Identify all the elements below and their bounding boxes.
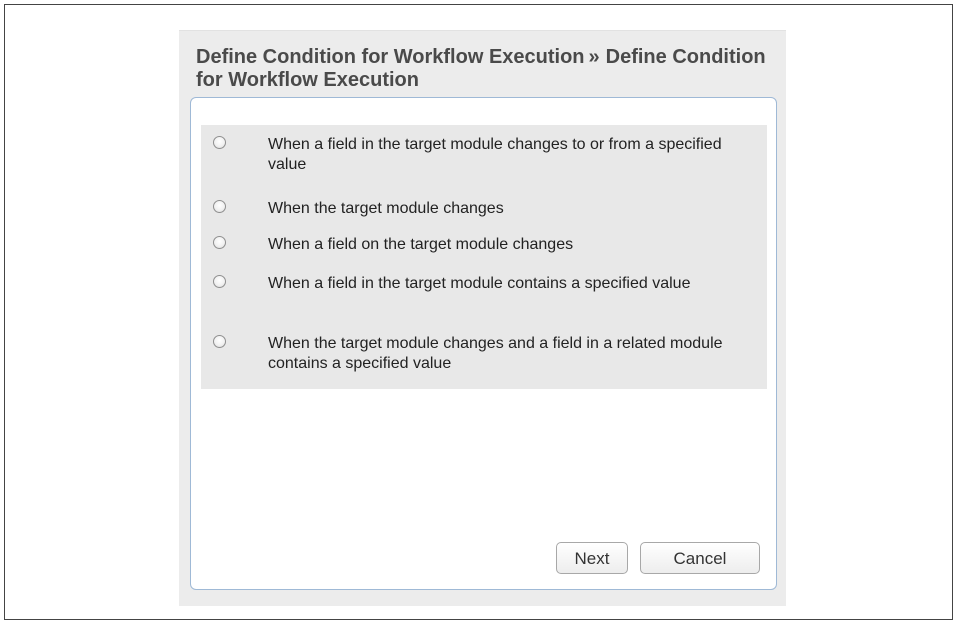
radio-button[interactable] (213, 136, 226, 149)
condition-option-label: When a field in the target module change… (268, 136, 722, 173)
page-title: Define Condition for Workflow Execution»… (196, 46, 776, 92)
radio-button[interactable] (213, 200, 226, 213)
condition-option-label: When a field on the target module change… (268, 236, 574, 253)
cancel-button[interactable]: Cancel (640, 542, 760, 574)
condition-options-list: When a field in the target module change… (201, 125, 767, 389)
next-button[interactable]: Next (556, 542, 628, 574)
condition-option-label: When the target module changes (268, 200, 504, 217)
breadcrumb-step-1: Define Condition for Workflow Execution (196, 46, 585, 68)
radio-button[interactable] (213, 275, 226, 288)
radio-button[interactable] (213, 236, 226, 249)
condition-option-label: When the target module changes and a fie… (268, 335, 723, 372)
breadcrumb-separator: » (588, 46, 600, 68)
condition-option-label: When a field in the target module contai… (268, 275, 691, 292)
radio-button[interactable] (213, 335, 226, 348)
